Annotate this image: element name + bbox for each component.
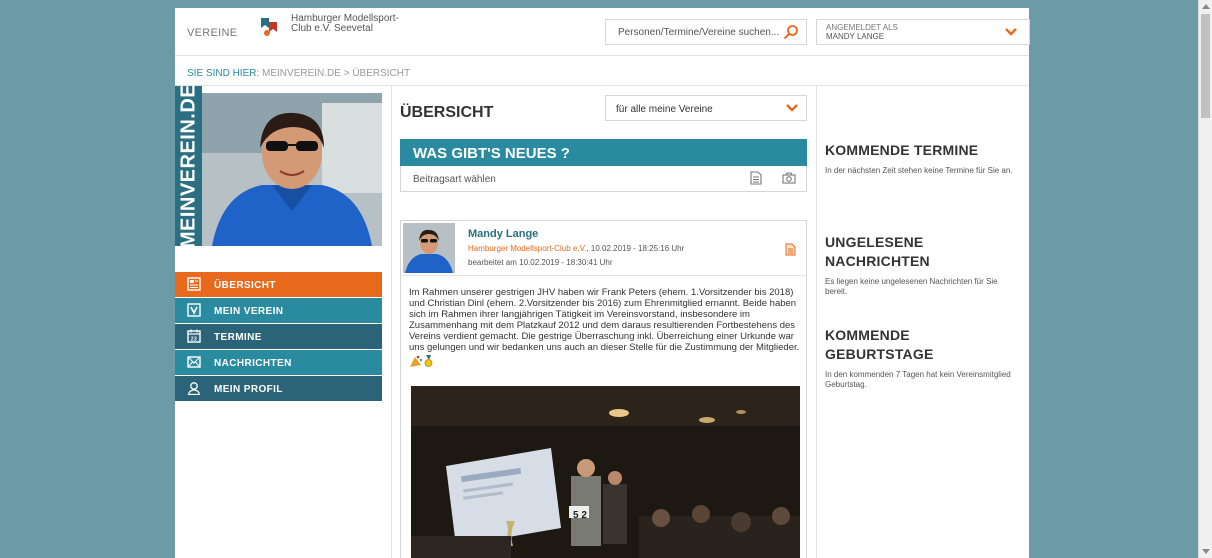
upcoming-birthdays-title: KOMMENDE GEBURTSTAGE: [825, 327, 934, 362]
unread-messages-text: Es liegen keine ungelesenen Nachrichten …: [825, 277, 998, 296]
divider: [391, 85, 392, 558]
page-scrollbar[interactable]: [1198, 0, 1212, 558]
breadcrumb: SIE SIND HIER: MEINVEREIN.DE > ÜBERSICHT: [187, 68, 410, 79]
chevron-down-icon: [786, 104, 798, 112]
profile-photo[interactable]: [202, 93, 382, 246]
nav-item-nachrichten[interactable]: NACHRICHTEN: [175, 350, 382, 375]
scroll-up-icon[interactable]: [1202, 4, 1210, 9]
nav-item-uebersicht[interactable]: ÜBERSICHT: [175, 272, 382, 297]
document-icon: [785, 243, 796, 256]
nav-item-mein-verein[interactable]: MEIN VEREIN: [175, 298, 382, 323]
post-photo[interactable]: 5 2: [411, 386, 800, 558]
post-type-selector[interactable]: Beitragsart wählen: [400, 166, 807, 192]
news-title: WAS GIBT'S NEUES ?: [413, 145, 570, 162]
club-logo-icon[interactable]: [259, 16, 279, 38]
svg-text:5 2: 5 2: [573, 510, 587, 521]
news-icon: [187, 277, 201, 291]
post-author[interactable]: Mandy Lange: [468, 228, 538, 240]
nav-label: MEIN VEREIN: [214, 306, 284, 317]
search-input[interactable]: Personen/Termine/Vereine suchen...: [605, 19, 807, 45]
brand-banner: MEINVEREIN.DE: [175, 83, 202, 249]
post-type-label: Beitragsart wählen: [413, 174, 496, 185]
upcoming-birthdays-text: In den kommenden 7 Tagen hat kein Verein…: [825, 370, 1011, 389]
v-logo-icon: [187, 303, 201, 317]
club-name[interactable]: Hamburger Modellsport-Club e.V. Seevetal: [291, 14, 401, 34]
divider: [816, 85, 817, 558]
user-icon: [187, 382, 201, 395]
upcoming-birthdays-section: KOMMENDE GEBURTSTAGE In den kommenden 7 …: [825, 326, 1020, 390]
account-label: ANGEMELDET ALS: [826, 23, 898, 32]
club-filter-select[interactable]: für alle meine Vereine: [605, 95, 807, 121]
scroll-down-icon[interactable]: [1202, 549, 1210, 554]
main-nav: ÜBERSICHT MEIN VEREIN 23 TERMINE NACHRIC…: [175, 272, 382, 402]
post-club-link[interactable]: Hamburger Modellsport-Club e.V.: [468, 244, 586, 253]
post-edited-date: bearbeitet am 10.02.2019 - 18:30:41 Uhr: [468, 258, 613, 267]
avatar[interactable]: [403, 223, 455, 273]
nav-item-mein-profil[interactable]: MEIN PROFIL: [175, 376, 382, 401]
svg-text:23: 23: [191, 337, 197, 343]
nav-label: ÜBERSICHT: [214, 280, 276, 291]
camera-icon[interactable]: [782, 172, 796, 184]
breadcrumb-path[interactable]: MEINVEREIN.DE > ÜBERSICHT: [262, 68, 410, 79]
upcoming-events-text: In der nächsten Zeit stehen keine Termin…: [825, 166, 1013, 175]
post-meta: Hamburger Modellsport-Club e.V., 10.02.2…: [468, 244, 684, 253]
page-container: VEREINE Hamburger Modellsport-Club e.V. …: [175, 8, 1030, 558]
calendar-icon: 23: [187, 329, 201, 343]
search-icon[interactable]: [783, 24, 799, 40]
upcoming-events-title: KOMMENDE TERMINE: [825, 142, 979, 158]
breadcrumb-label: SIE SIND HIER:: [187, 68, 260, 79]
envelope-icon: [187, 356, 201, 368]
top-header: VEREINE Hamburger Modellsport-Club e.V. …: [175, 8, 1030, 56]
scrollbar-thumb[interactable]: [1201, 14, 1210, 118]
post-date: , 10.02.2019 - 18:25:16 Uhr: [586, 244, 685, 253]
brand-logo-text: MEINVEREIN.DE: [177, 83, 199, 249]
nav-item-termine[interactable]: 23 TERMINE: [175, 324, 382, 349]
upcoming-events-section: KOMMENDE TERMINE In der nächsten Zeit st…: [825, 141, 1020, 176]
nav-label: TERMINE: [214, 332, 262, 343]
party-emoji-icon: [410, 355, 433, 367]
unread-messages-section: UNGELESENE NACHRICHTEN Es liegen keine u…: [825, 233, 1020, 297]
page-title: ÜBERSICHT: [400, 104, 494, 121]
unread-messages-title: UNGELESENE NACHRICHTEN: [825, 234, 930, 269]
news-post: Mandy Lange Hamburger Modellsport-Club e…: [400, 220, 807, 558]
document-icon[interactable]: [750, 171, 762, 185]
news-header: WAS GIBT'S NEUES ?: [400, 139, 807, 166]
nav-label: MEIN PROFIL: [214, 384, 283, 395]
account-name: MANDY LANGE: [826, 32, 885, 41]
club-filter-value: für alle meine Vereine: [616, 104, 713, 115]
nav-label: NACHRICHTEN: [214, 358, 292, 369]
account-dropdown[interactable]: ANGEMELDET ALS MANDY LANGE: [816, 19, 1030, 45]
search-placeholder: Personen/Termine/Vereine suchen...: [618, 27, 780, 38]
post-header: Mandy Lange Hamburger Modellsport-Club e…: [401, 221, 806, 276]
post-body: Im Rahmen unserer gestrigen JHV haben wi…: [409, 287, 800, 353]
chevron-down-icon: [1005, 28, 1017, 36]
vereine-link[interactable]: VEREINE: [187, 27, 237, 39]
divider: [175, 85, 1029, 86]
